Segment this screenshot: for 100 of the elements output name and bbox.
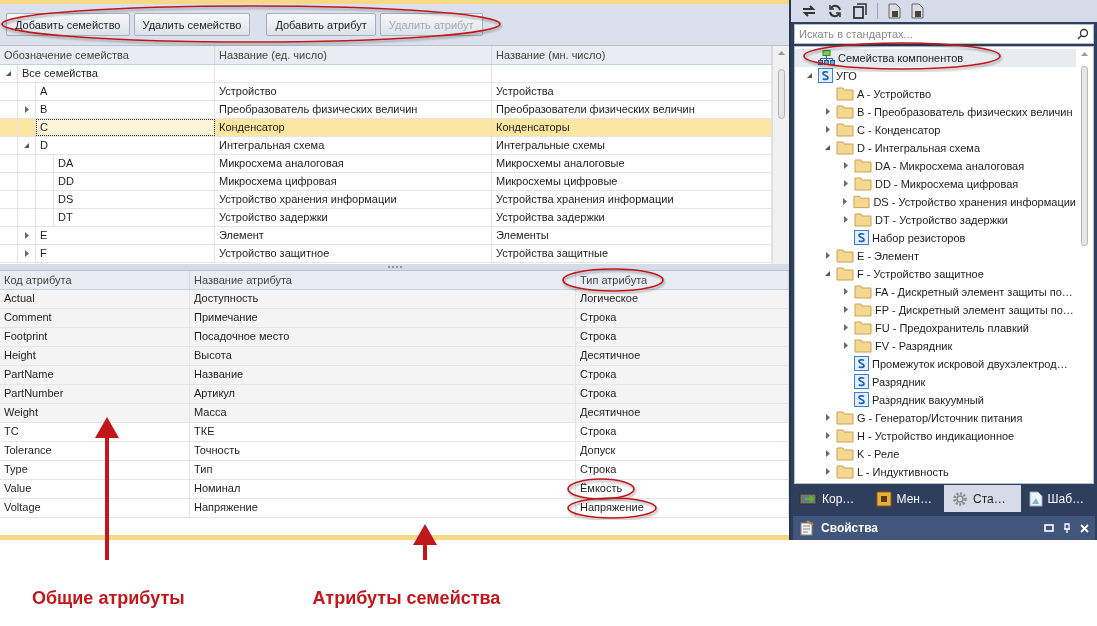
column-header[interactable]: Обозначение семейства [0, 46, 215, 64]
tree-item[interactable]: E - Элемент [795, 246, 1076, 265]
toolbar-button[interactable]: Добавить атрибут [266, 13, 376, 36]
table-cell: Comment [0, 309, 190, 327]
search-icon[interactable] [1077, 27, 1089, 40]
panel-tab[interactable]: Мен… [867, 485, 944, 513]
tree-item[interactable]: УГО [795, 66, 1076, 85]
folder-icon [854, 284, 872, 300]
table-cell: Height [0, 347, 190, 365]
tree-item[interactable]: A - Устройство [795, 84, 1076, 103]
attribute-row[interactable]: Actual Доступность Логическое [0, 290, 789, 309]
table-cell: B [36, 101, 215, 118]
table-cell: D [36, 137, 215, 154]
family-row[interactable]: DA Микросхема аналоговая Микросхемы аналоговые [0, 155, 772, 173]
expand-arrow-icon[interactable] [22, 105, 31, 114]
tree-item[interactable]: L - Индуктивность [795, 462, 1076, 481]
tree-item[interactable]: F - Устройство защитное [795, 264, 1076, 283]
table-cell: E [36, 227, 215, 244]
table-cell: A [36, 83, 215, 100]
family-row[interactable]: C Конденсатор Конденсаторы [0, 119, 772, 137]
tree-item[interactable]: B - Преобразователь физических величин [795, 102, 1076, 121]
column-header[interactable]: Название атрибута [190, 271, 576, 289]
scrollbar-thumb[interactable] [1081, 65, 1088, 246]
collapse-arrow-icon[interactable] [22, 141, 31, 150]
family-row[interactable]: DD Микросхема цифровая Микросхемы цифровые [0, 173, 772, 191]
panel-tab[interactable]: Кор… [791, 485, 868, 513]
tree-item[interactable]: FU - Предохранитель плавкий [795, 318, 1076, 337]
folder-icon [836, 122, 854, 138]
family-row[interactable]: Все семейства [0, 65, 772, 83]
table-cell: Микросхема аналоговая [215, 155, 492, 172]
attribute-row[interactable]: Weight Масса Десятичное [0, 404, 789, 423]
annotation-arrow [413, 524, 437, 560]
attribute-row[interactable]: PartNumber Артикул Строка [0, 385, 789, 404]
tree-item[interactable]: DT - Устройство задержки [795, 210, 1076, 229]
tree-item[interactable]: FV - Разрядник [795, 336, 1076, 355]
pin-icon[interactable] [1063, 523, 1071, 534]
tree-item[interactable]: DS - Устройство хранения информации [795, 192, 1076, 211]
column-header[interactable]: Код атрибута [0, 271, 190, 289]
table-cell: Voltage [0, 499, 190, 517]
tree-item[interactable]: Промежуток искровой двухэлектрод… [795, 354, 1076, 373]
toolbar-button[interactable]: Добавить семейство [6, 13, 130, 36]
import-icon[interactable] [888, 2, 901, 19]
toolbar-button[interactable]: Удалить семейство [133, 13, 251, 36]
folder-icon [836, 248, 854, 264]
attribute-row[interactable]: Comment Примечание Строка [0, 309, 789, 328]
family-row[interactable]: A Устройство Устройства [0, 83, 772, 101]
tree-item[interactable]: C - Конденсатор [795, 120, 1076, 139]
tree-item[interactable]: Разрядник вакуумный [795, 390, 1076, 409]
table-cell: DS [54, 191, 215, 208]
folder-icon [854, 176, 872, 192]
panel-tab[interactable]: Шаб… [1020, 485, 1097, 513]
collapse-arrow-icon[interactable] [4, 69, 13, 78]
tree-item[interactable]: DD - Микросхема цифровая [795, 174, 1076, 193]
export-icon[interactable] [911, 2, 924, 19]
refresh-icon[interactable] [827, 2, 843, 19]
attribute-row[interactable]: PartName Название Строка [0, 366, 789, 385]
scroll-up-icon[interactable] [1081, 50, 1088, 56]
search-field[interactable]: Искать в стандартах... [794, 23, 1094, 44]
tree-item[interactable]: K - Реле [795, 444, 1076, 463]
tree-item[interactable]: Семейства компонентов [795, 48, 1076, 67]
folder-icon [854, 338, 872, 354]
close-icon[interactable] [1080, 523, 1089, 533]
swap-arrows-icon[interactable] [801, 2, 817, 19]
family-row[interactable]: DS Устройство хранения информации Устройства хранения информации [0, 191, 772, 209]
symbol-icon [818, 68, 833, 84]
table-cell: Напряжение [190, 499, 576, 517]
table-cell: Value [0, 480, 190, 498]
folder-icon [836, 104, 854, 120]
tree-item[interactable]: FP - Дискретный элемент защиты по… [795, 300, 1076, 319]
panel-tab[interactable]: Ста… [944, 485, 1021, 513]
attribute-row[interactable]: Height Высота Десятичное [0, 347, 789, 366]
attribute-row[interactable]: Tolerance Точность Допуск [0, 442, 789, 461]
tree-item[interactable]: G - Генератор/Источник питания [795, 408, 1076, 427]
table-cell: Высота [190, 347, 576, 365]
table-cell: PartName [0, 366, 190, 384]
tree-item[interactable]: Разрядник [795, 372, 1076, 391]
attribute-row[interactable]: TC ТКЕ Строка [0, 423, 789, 442]
tree-item[interactable]: FA - Дискретный элемент защиты по… [795, 282, 1076, 301]
table-cell: ТКЕ [190, 423, 576, 441]
scrollbar-thumb[interactable] [777, 69, 785, 119]
family-row[interactable]: F Устройство защитное Устройства защитные [0, 245, 772, 263]
attribute-row[interactable]: Value Номинал Ёмкость [0, 480, 789, 499]
windows-icon[interactable] [853, 2, 867, 19]
attribute-row[interactable]: Footprint Посадочное место Строка [0, 328, 789, 347]
column-header[interactable]: Название (ед. число) [215, 46, 492, 64]
table-cell: Доступность [190, 290, 576, 308]
attribute-row[interactable]: Voltage Напряжение Напряжение [0, 499, 789, 518]
scrollbar[interactable] [772, 46, 789, 264]
tree-item[interactable]: D - Интегральная схема [795, 138, 1076, 157]
tree-item[interactable]: DA - Микросхема аналоговая [795, 156, 1076, 175]
attribute-row[interactable]: Type Тип Строка [0, 461, 789, 480]
table-cell: Элемент [215, 227, 492, 244]
tree-item[interactable]: Набор резисторов [795, 228, 1076, 247]
family-row[interactable]: B Преобразователь физических величин Преобразователи физических величин [0, 101, 772, 119]
maximize-icon[interactable] [1044, 523, 1054, 534]
tree-item[interactable]: H - Устройство индикационное [795, 426, 1076, 445]
table-cell: Footprint [0, 328, 190, 346]
family-row[interactable]: D Интегральная схема Интегральные схемы [0, 137, 772, 155]
family-row[interactable]: E Элемент Элементы [0, 227, 772, 245]
family-row[interactable]: DT Устройство задержки Устройства задержки [0, 209, 772, 227]
